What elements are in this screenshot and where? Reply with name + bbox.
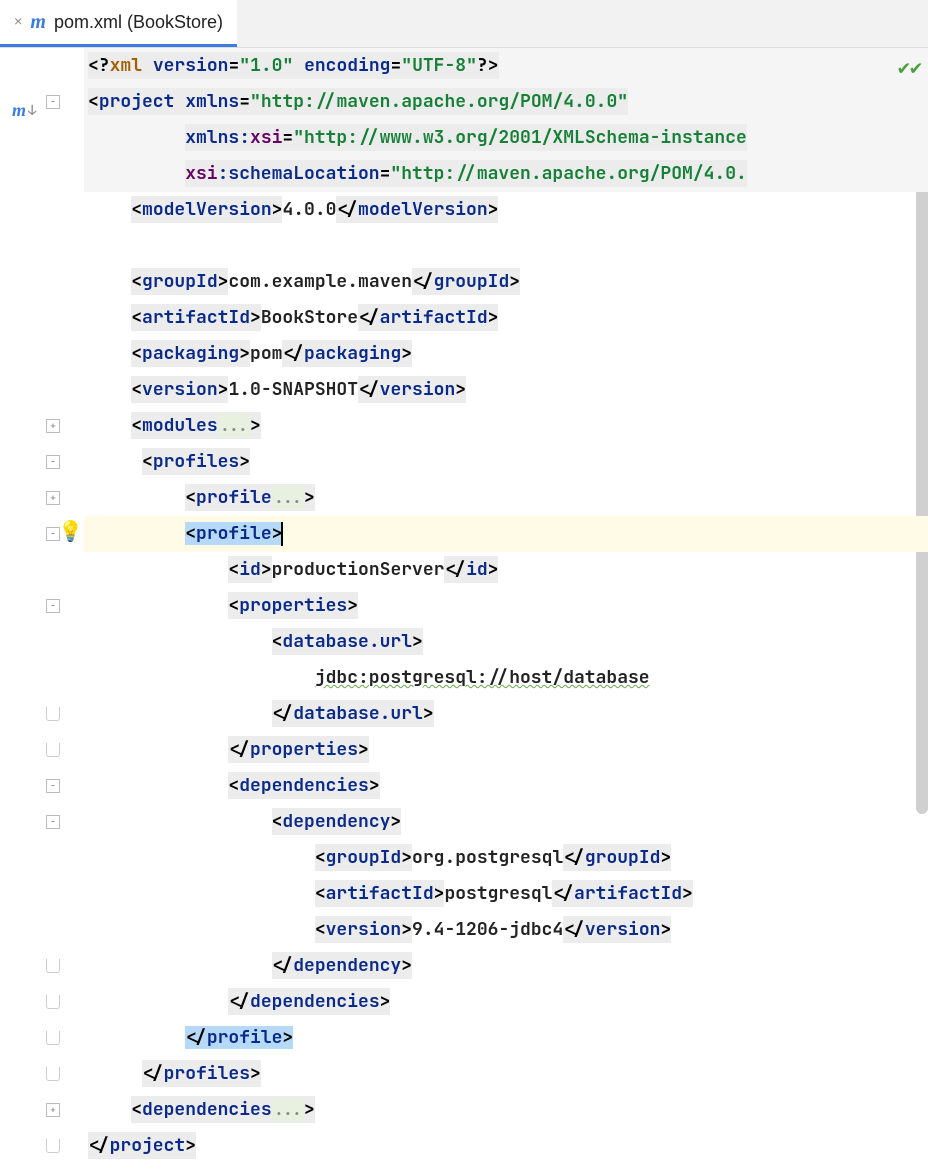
- code-line[interactable]: <profile...>: [84, 480, 928, 516]
- code-line[interactable]: <modelVersion>4.0.0</modelVersion>: [84, 192, 928, 228]
- fold-end: [46, 959, 60, 973]
- code-line[interactable]: <dependency>: [84, 804, 928, 840]
- tab-label: pom.xml (BookStore): [54, 12, 223, 33]
- fold-toggle[interactable]: [46, 1103, 60, 1117]
- code-line[interactable]: <database.url>: [84, 624, 928, 660]
- code-line[interactable]: </properties>: [84, 732, 928, 768]
- fold-toggle[interactable]: [46, 419, 60, 433]
- maven-icon: m: [30, 11, 46, 34]
- fold-end: [46, 1067, 60, 1081]
- fold-toggle[interactable]: [46, 95, 60, 109]
- code-line[interactable]: <version>9.4-1206-jdbc4</version>: [84, 912, 928, 948]
- fold-toggle[interactable]: [46, 779, 60, 793]
- tab-bar: ✕ m pom.xml (BookStore): [0, 0, 928, 48]
- code-line[interactable]: <packaging>pom</packaging>: [84, 336, 928, 372]
- code-line-current[interactable]: <profile>: [84, 516, 928, 552]
- code-line[interactable]: xsi:schemaLocation="http://maven.apache.…: [84, 156, 928, 192]
- code-line[interactable]: <dependencies>: [84, 768, 928, 804]
- fold-end: [46, 743, 60, 757]
- code-line[interactable]: jdbc:postgresql://host/database: [84, 660, 928, 696]
- arrow-down-icon: ↓: [28, 102, 36, 120]
- intention-bulb-icon[interactable]: 💡: [58, 518, 83, 544]
- code-line[interactable]: [84, 228, 928, 264]
- maven-gutter-icon[interactable]: m: [12, 100, 26, 121]
- code-line[interactable]: <dependencies...>: [84, 1092, 928, 1128]
- fold-end: [46, 1031, 60, 1045]
- fold-toggle[interactable]: [46, 455, 60, 469]
- code-line[interactable]: xmlns:xsi="http://www.w3.org/2001/XMLSch…: [84, 120, 928, 156]
- close-icon[interactable]: ✕: [14, 13, 22, 31]
- fold-toggle[interactable]: [46, 599, 60, 613]
- fold-toggle[interactable]: [46, 815, 60, 829]
- code-line[interactable]: <version>1.0-SNAPSHOT</version>: [84, 372, 928, 408]
- code-line[interactable]: <id>productionServer</id>: [84, 552, 928, 588]
- code-line[interactable]: </profile>: [84, 1020, 928, 1056]
- code-line[interactable]: <?xml version="1.0" encoding="UTF-8"?>: [84, 48, 928, 84]
- code-line[interactable]: <groupId>org.postgresql</groupId>: [84, 840, 928, 876]
- code-line[interactable]: </profiles>: [84, 1056, 928, 1092]
- code-line[interactable]: <modules...>: [84, 408, 928, 444]
- editor-area: m ↓ 💡 <?xml version="1.0" encoding="UTF-…: [0, 48, 928, 1170]
- tab-pom-xml[interactable]: ✕ m pom.xml (BookStore): [0, 0, 237, 47]
- fold-gutter: 💡: [44, 48, 84, 1170]
- code-line[interactable]: <artifactId>postgresql</artifactId>: [84, 876, 928, 912]
- code-line[interactable]: <profiles>: [84, 444, 928, 480]
- code-line[interactable]: <project xmlns="http://maven.apache.org/…: [84, 84, 928, 120]
- fold-end: [46, 1139, 60, 1153]
- fold-end: [46, 707, 60, 721]
- code-line[interactable]: </dependencies>: [84, 984, 928, 1020]
- fold-end: [46, 995, 60, 1009]
- code-line[interactable]: </database.url>: [84, 696, 928, 732]
- code-line[interactable]: <groupId>com.example.maven</groupId>: [84, 264, 928, 300]
- code-line[interactable]: </dependency>: [84, 948, 928, 984]
- inspection-ok-icon[interactable]: ✔✔: [898, 54, 922, 80]
- gutter-left: m ↓: [0, 48, 44, 1170]
- code-line[interactable]: </project>: [84, 1128, 928, 1164]
- code-editor[interactable]: <?xml version="1.0" encoding="UTF-8"?> <…: [84, 48, 928, 1170]
- code-line[interactable]: <properties>: [84, 588, 928, 624]
- fold-toggle[interactable]: [46, 491, 60, 505]
- code-line[interactable]: <artifactId>BookStore</artifactId>: [84, 300, 928, 336]
